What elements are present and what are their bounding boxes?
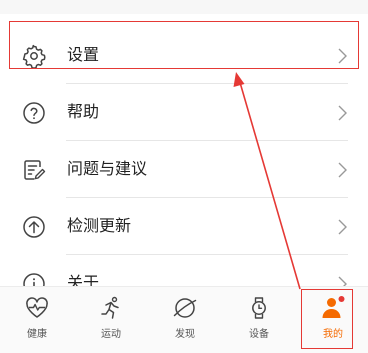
heart-pulse-icon bbox=[26, 297, 48, 318]
chevron-right-icon bbox=[338, 219, 347, 235]
tab-label: 运动 bbox=[101, 329, 121, 340]
chevron-right-icon bbox=[338, 105, 347, 121]
tab-label: 发现 bbox=[175, 329, 195, 340]
chevron-right-icon bbox=[338, 162, 347, 178]
tab-device[interactable]: 设备 bbox=[222, 287, 296, 353]
runner-icon bbox=[101, 296, 119, 319]
menu-item-label: 问题与建议 bbox=[67, 159, 148, 178]
tab-label: 设备 bbox=[249, 329, 269, 340]
status-area bbox=[0, 0, 368, 14]
menu-item-check-update[interactable]: 检测更新 bbox=[0, 198, 368, 254]
watch-icon bbox=[252, 297, 266, 319]
menu-item-feedback[interactable]: 问题与建议 bbox=[0, 141, 368, 197]
edit-note-icon bbox=[24, 160, 46, 180]
menu-item-label: 帮助 bbox=[67, 102, 100, 121]
menu-item-help[interactable]: 帮助 bbox=[0, 84, 368, 140]
tab-label: 健康 bbox=[27, 329, 47, 340]
annotation-highlight-mine-tab bbox=[301, 289, 353, 349]
annotation-highlight-settings bbox=[9, 21, 359, 69]
tab-health[interactable]: 健康 bbox=[0, 287, 74, 353]
discover-icon bbox=[173, 298, 197, 318]
upload-circle-icon bbox=[23, 216, 45, 238]
menu-item-label: 检测更新 bbox=[67, 216, 132, 235]
tab-discover[interactable]: 发现 bbox=[148, 287, 222, 353]
question-circle-icon bbox=[23, 102, 45, 124]
tab-sport[interactable]: 运动 bbox=[74, 287, 148, 353]
